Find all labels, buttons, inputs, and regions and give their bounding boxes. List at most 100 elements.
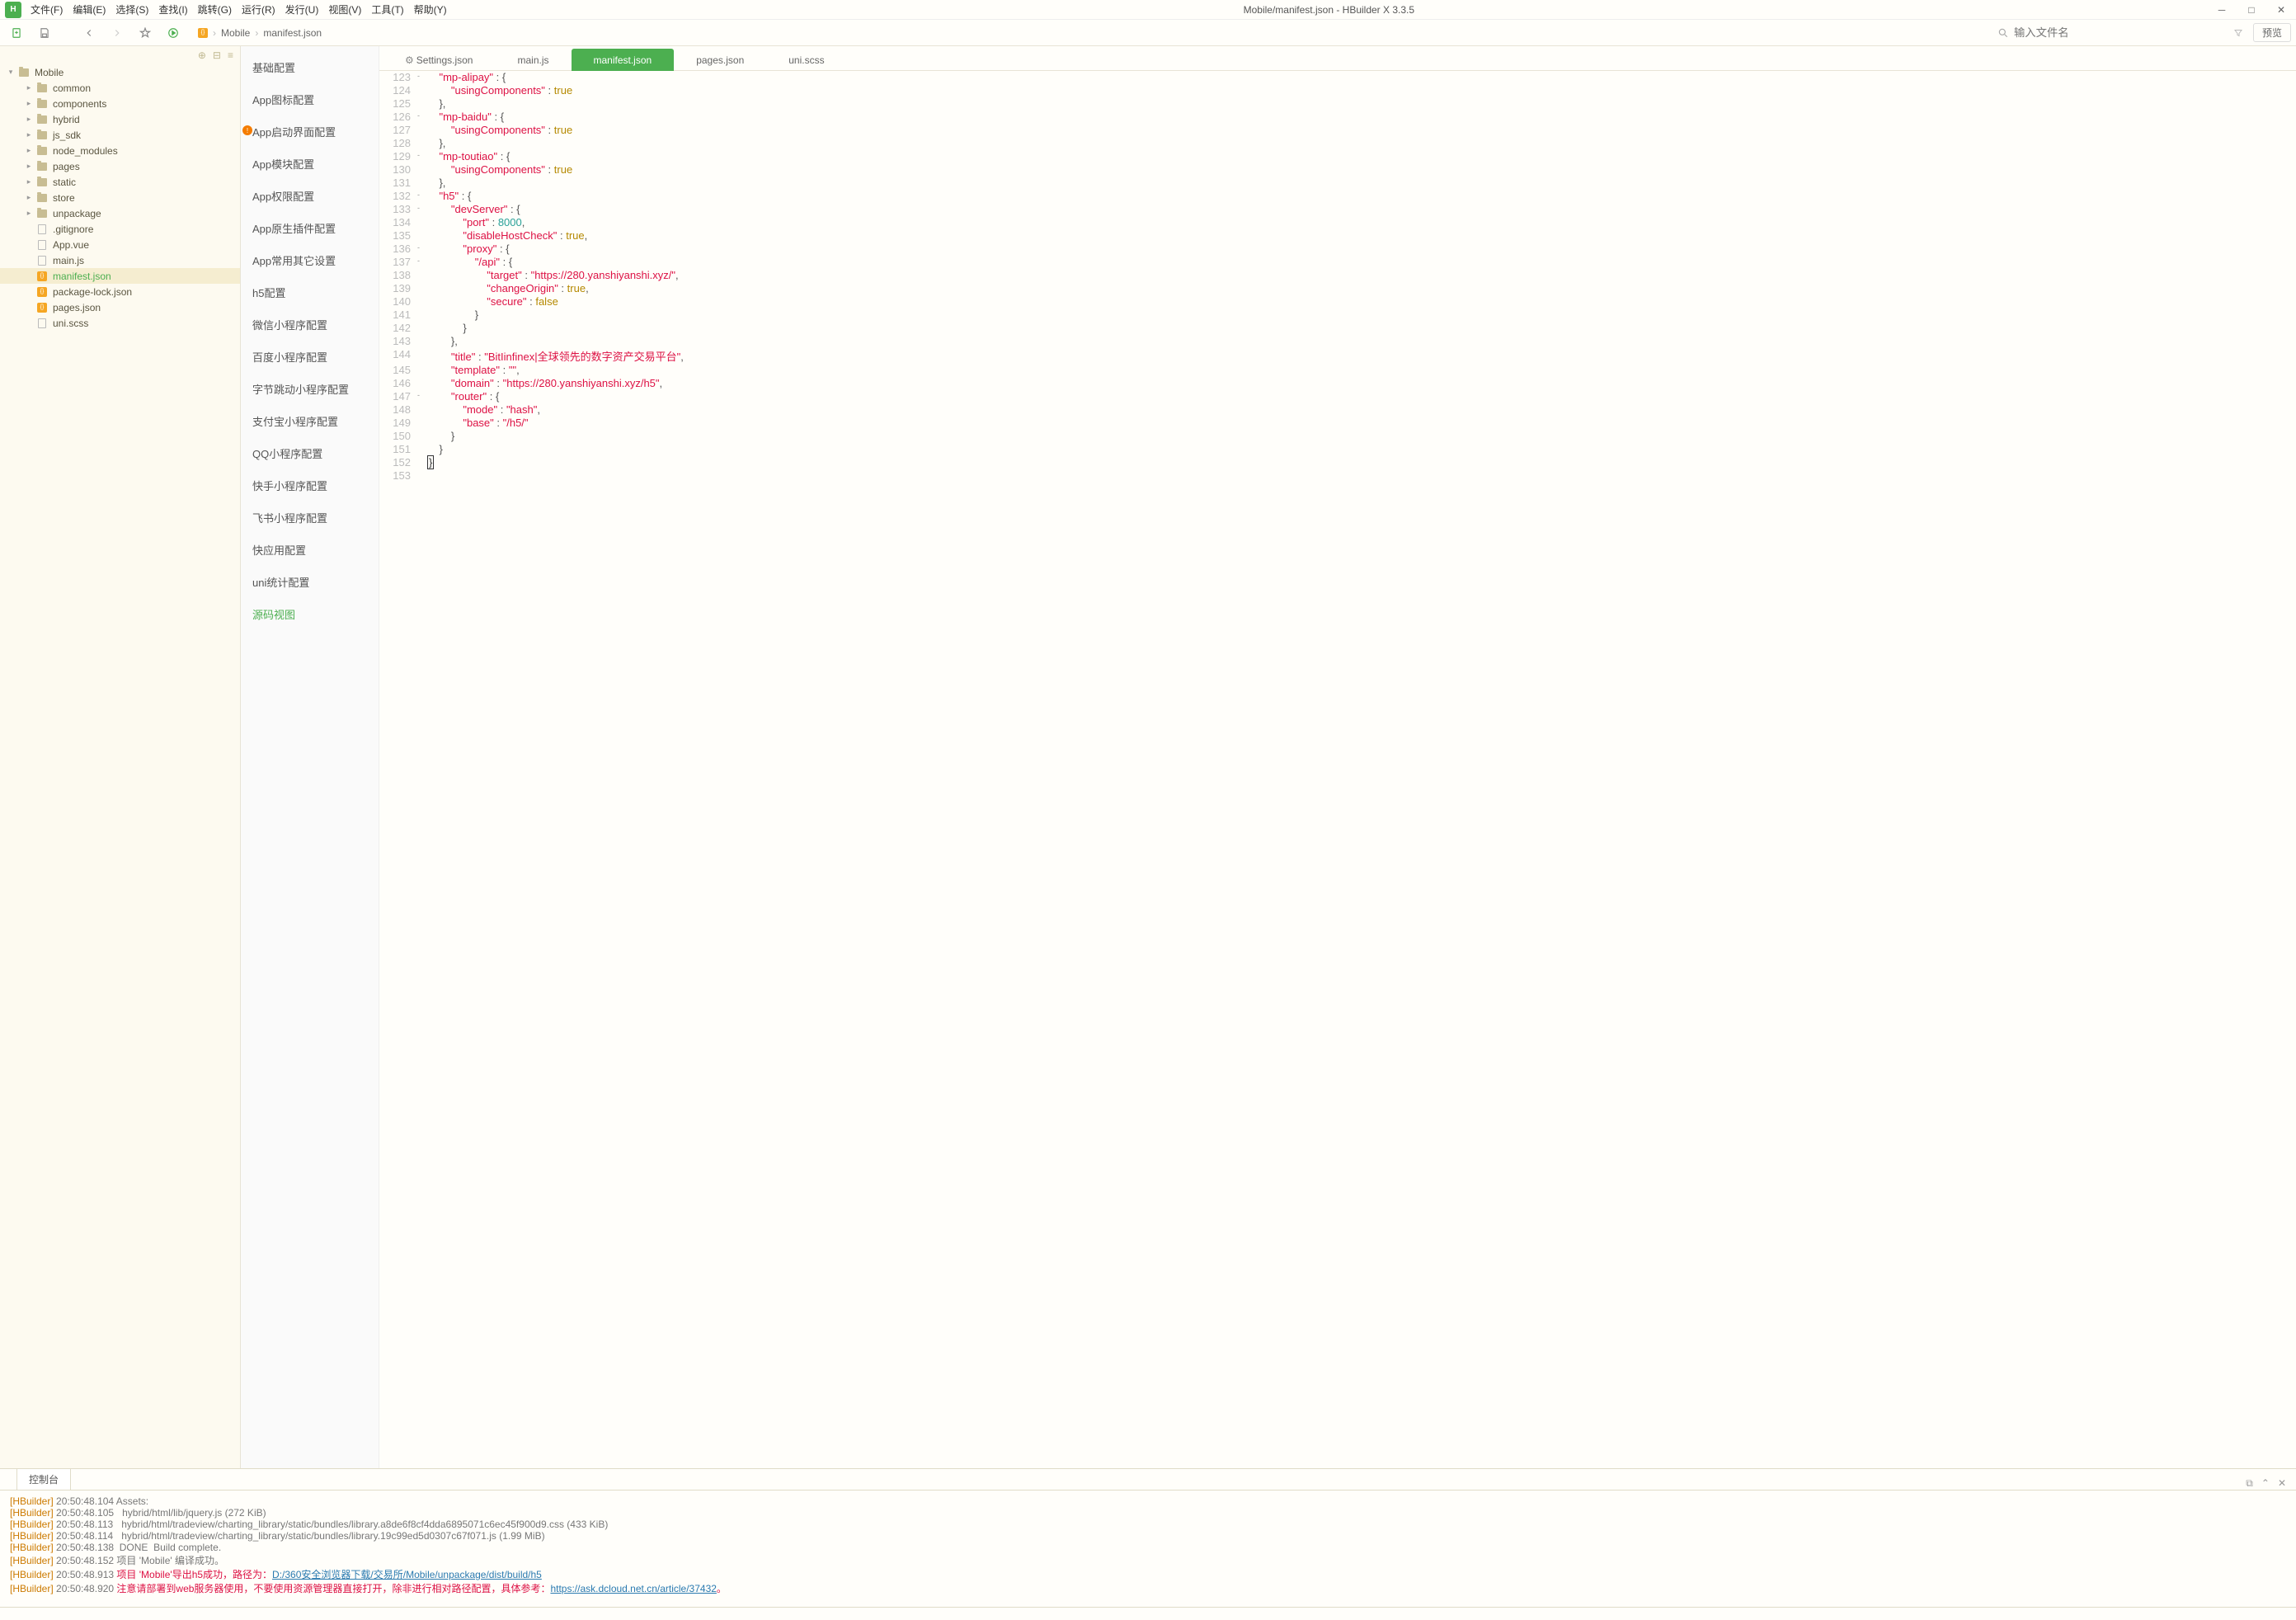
folder-icon — [37, 131, 47, 139]
close-icon[interactable]: ✕ — [2266, 0, 2296, 20]
config-nav-item[interactable]: QQ小程序配置 — [241, 437, 379, 469]
tree-folder[interactable]: ▸components — [0, 96, 240, 111]
tree-file[interactable]: {}manifest.json — [0, 268, 240, 284]
json-icon: {} — [37, 303, 47, 313]
tree-folder[interactable]: ▸static — [0, 174, 240, 190]
tree-root[interactable]: ▾Mobile — [0, 64, 240, 80]
tree-folder[interactable]: ▸store — [0, 190, 240, 205]
code-line: 139 "changeOrigin" : true, — [379, 282, 2296, 295]
tree-file[interactable]: main.js — [0, 252, 240, 268]
code-line: 145 "template" : "", — [379, 364, 2296, 377]
config-nav-item[interactable]: App原生插件配置 — [241, 212, 379, 244]
config-nav-item[interactable]: 百度小程序配置 — [241, 341, 379, 373]
tree-folder[interactable]: ▸js_sdk — [0, 127, 240, 143]
code-line: 151 } — [379, 443, 2296, 456]
editor-tab[interactable]: pages.json — [674, 49, 766, 71]
code-line: 126- "mp-baidu" : { — [379, 111, 2296, 124]
config-nav-item[interactable]: 字节跳动小程序配置 — [241, 373, 379, 405]
status-bar — [0, 1607, 2296, 1620]
editor-area: ⚙Settings.jsonmain.jsmanifest.jsonpages.… — [379, 46, 2296, 1468]
console-tab[interactable]: 控制台 — [16, 1468, 71, 1490]
menu-icon[interactable]: ≡ — [228, 49, 233, 61]
run-icon[interactable] — [162, 23, 185, 43]
console-log[interactable]: [HBuilder] 20:50:48.104 Assets:[HBuilder… — [0, 1490, 2296, 1607]
tree-folder[interactable]: ▸pages — [0, 158, 240, 174]
tree-folder[interactable]: ▸node_modules — [0, 143, 240, 158]
editor-tab[interactable]: uni.scss — [766, 49, 846, 71]
console-collapse-icon[interactable]: ⌃ — [2261, 1477, 2270, 1490]
menu-item[interactable]: 文件(F) — [26, 1, 67, 18]
config-nav-item[interactable]: App常用其它设置 — [241, 244, 379, 276]
nav-forward-icon[interactable] — [106, 23, 129, 43]
filter-icon[interactable] — [2233, 28, 2243, 38]
config-nav-item[interactable]: App权限配置 — [241, 180, 379, 212]
breadcrumb-file[interactable]: manifest.json — [263, 27, 322, 39]
config-nav-item[interactable]: !App启动界面配置 — [241, 115, 379, 148]
console-row: [HBuilder] 20:50:48.138 DONE Build compl… — [10, 1542, 2286, 1553]
menu-item[interactable]: 工具(T) — [367, 1, 407, 18]
gear-icon: ⚙ — [405, 54, 414, 66]
tree-file[interactable]: {}pages.json — [0, 299, 240, 315]
preview-button[interactable]: 预览 — [2253, 23, 2291, 42]
code-line: 132- "h5" : { — [379, 190, 2296, 203]
config-nav-item[interactable]: 快应用配置 — [241, 534, 379, 566]
menu-item[interactable]: 帮助(Y) — [410, 1, 451, 18]
app-logo: H — [5, 2, 21, 18]
collapse-icon[interactable]: ⊟ — [213, 49, 221, 61]
new-folder-icon[interactable]: ⊕ — [198, 49, 206, 61]
json-icon: {} — [37, 287, 47, 297]
minimize-icon[interactable]: ─ — [2207, 0, 2237, 20]
console-popout-icon[interactable]: ⧉ — [2246, 1477, 2253, 1490]
code-line: 136- "proxy" : { — [379, 243, 2296, 256]
tree-folder[interactable]: ▸common — [0, 80, 240, 96]
nav-back-icon[interactable] — [78, 23, 101, 43]
console-close-icon[interactable]: ✕ — [2278, 1477, 2286, 1490]
maximize-icon[interactable]: □ — [2237, 0, 2266, 20]
menu-item[interactable]: 跳转(G) — [194, 1, 236, 18]
folder-icon — [37, 115, 47, 124]
config-nav-item[interactable]: 支付宝小程序配置 — [241, 405, 379, 437]
tree-folder[interactable]: ▸hybrid — [0, 111, 240, 127]
config-nav-item[interactable]: 微信小程序配置 — [241, 308, 379, 341]
config-nav-item[interactable]: uni统计配置 — [241, 566, 379, 598]
title-bar: H 文件(F)编辑(E)选择(S)查找(I)跳转(G)运行(R)发行(U)视图(… — [0, 0, 2296, 20]
search-icon[interactable] — [1997, 27, 2009, 39]
menu-item[interactable]: 视图(V) — [324, 1, 365, 18]
star-icon[interactable] — [134, 23, 157, 43]
menu-item[interactable]: 查找(I) — [154, 1, 191, 18]
breadcrumb-root[interactable]: Mobile — [221, 27, 250, 39]
code-line: 152} — [379, 456, 2296, 469]
config-nav-item[interactable]: 快手小程序配置 — [241, 469, 379, 502]
config-nav-item[interactable]: App模块配置 — [241, 148, 379, 180]
code-editor[interactable]: 123- "mp-alipay" : {124 "usingComponents… — [379, 71, 2296, 1468]
config-nav-item[interactable]: 飞书小程序配置 — [241, 502, 379, 534]
config-nav-item[interactable]: 源码视图 — [241, 598, 379, 630]
code-line: 143 }, — [379, 335, 2296, 348]
editor-tabs: ⚙Settings.jsonmain.jsmanifest.jsonpages.… — [379, 46, 2296, 71]
editor-tab[interactable]: ⚙Settings.json — [383, 49, 495, 71]
menu-item[interactable]: 发行(U) — [281, 1, 323, 18]
search-input[interactable] — [2014, 26, 2228, 39]
editor-tab[interactable]: manifest.json — [572, 49, 675, 71]
console-row: [HBuilder] 20:50:48.913 项目 'Mobile'导出h5成… — [10, 1567, 2286, 1581]
code-line: 147- "router" : { — [379, 390, 2296, 403]
config-nav-item[interactable]: h5配置 — [241, 276, 379, 308]
save-icon[interactable] — [33, 23, 56, 43]
folder-icon — [37, 100, 47, 108]
tree-file[interactable]: uni.scss — [0, 315, 240, 331]
menu-bar: 文件(F)编辑(E)选择(S)查找(I)跳转(G)运行(R)发行(U)视图(V)… — [26, 1, 451, 18]
code-line: 134 "port" : 8000, — [379, 216, 2296, 229]
config-nav-item[interactable]: 基础配置 — [241, 51, 379, 83]
config-nav: 基础配置App图标配置!App启动界面配置App模块配置App权限配置App原生… — [241, 46, 379, 1468]
config-nav-item[interactable]: App图标配置 — [241, 83, 379, 115]
tree-file[interactable]: .gitignore — [0, 221, 240, 237]
tree-file[interactable]: App.vue — [0, 237, 240, 252]
menu-item[interactable]: 选择(S) — [111, 1, 153, 18]
menu-item[interactable]: 编辑(E) — [68, 1, 110, 18]
editor-tab[interactable]: main.js — [495, 49, 571, 71]
tree-file[interactable]: {}package-lock.json — [0, 284, 240, 299]
new-file-icon[interactable] — [5, 23, 28, 43]
menu-item[interactable]: 运行(R) — [238, 1, 280, 18]
folder-icon — [37, 147, 47, 155]
tree-folder[interactable]: ▸unpackage — [0, 205, 240, 221]
